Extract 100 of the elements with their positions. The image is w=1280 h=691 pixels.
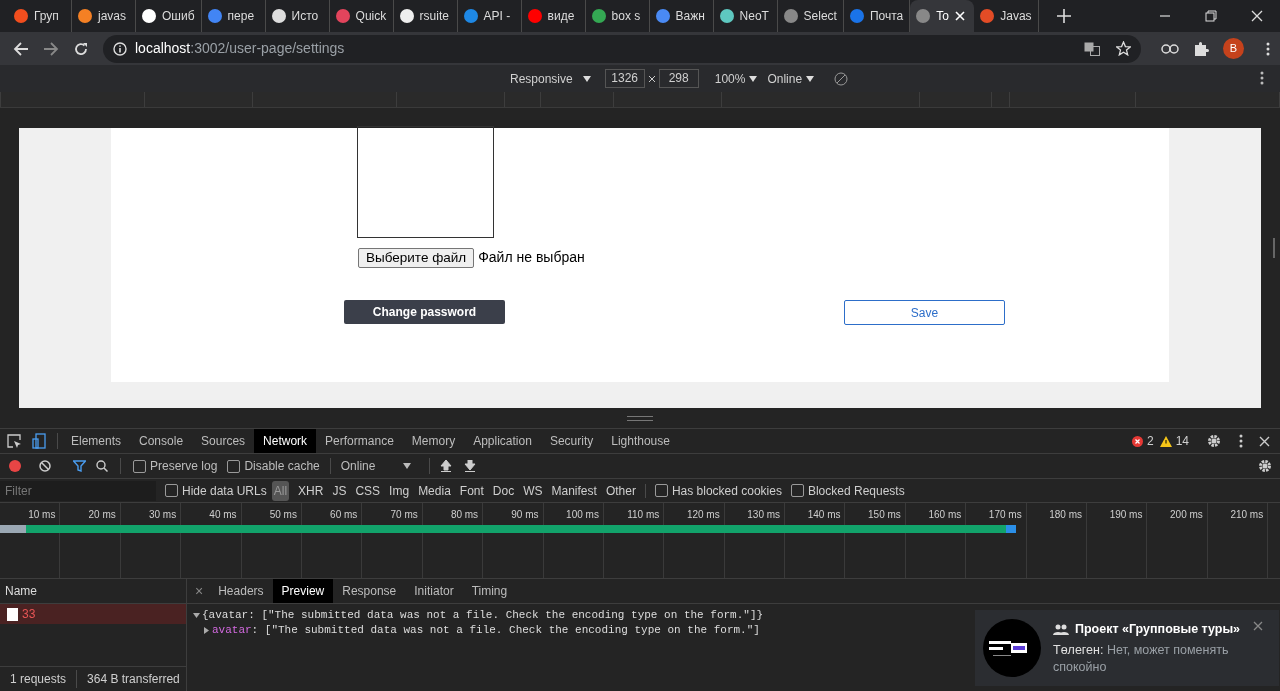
notification-message: Төлеген: Нет, может поменять спокойно [1053,642,1230,677]
devtools-tab[interactable]: Elements [62,429,131,453]
change-password-button[interactable]: Change password [344,300,505,324]
close-button[interactable]: × [195,580,204,602]
clear-icon[interactable] [39,460,51,472]
zoom-dropdown[interactable]: 100% [714,69,746,88]
group-icon [1053,623,1069,635]
devtools-tab[interactable]: Security [540,429,603,453]
timeline-tick: 200 ms [1170,509,1203,520]
timeline-tick: 110 ms [627,509,660,520]
new-tab-icon[interactable] [1056,9,1071,23]
file-choose-button[interactable]: Выберите файл [358,247,475,268]
save-button[interactable]: Save [844,300,1005,325]
timeline-tick: 70 ms [390,509,418,520]
status-text: 364 B transferred [76,670,190,688]
detail-tab[interactable]: Response [333,579,406,603]
expanded-triangle-icon[interactable] [193,612,200,619]
translate-icon[interactable] [1084,41,1100,56]
timeline-tick: 160 ms [928,509,962,520]
json-property-line: avatar: ["The submitted data was not a file. Check the encoding type on the form."] [212,623,760,638]
settings-icon[interactable] [1258,459,1272,473]
device-dropdown[interactable]: Responsive [510,69,573,88]
type-filter[interactable]: JS [332,481,347,500]
checkbox-label: Has blocked cookies [671,482,782,500]
request-row[interactable]: 33 [0,604,186,624]
checkbox[interactable] [165,484,178,497]
detail-tab[interactable]: Timing [462,579,517,603]
reload-icon[interactable] [73,40,89,57]
type-filter[interactable]: Other [605,481,636,500]
collapsed-triangle-icon[interactable] [203,627,210,634]
star-icon[interactable] [1116,41,1131,56]
checkbox[interactable] [790,484,804,497]
file-icon [7,607,18,621]
timeline-tick: 170 ms [988,509,1022,520]
type-filter[interactable]: CSS [355,481,381,500]
devtools-tab[interactable]: Lighthouse [602,429,679,453]
timeline-tick: 40 ms [209,509,237,520]
type-filter[interactable]: Font [459,481,484,500]
inspect-icon[interactable] [7,433,22,449]
settings-icon[interactable] [1207,434,1221,448]
type-filter[interactable]: Media [418,481,451,500]
type-filter[interactable]: Img [389,481,410,500]
width-field[interactable]: 1326 [604,69,645,88]
type-filter[interactable]: XHR [298,481,324,500]
filter-field[interactable]: Filter [0,480,156,501]
warning-icon [1159,435,1172,447]
type-filter[interactable]: Manifest [551,481,597,500]
resize-grip[interactable] [627,415,653,421]
timeline-tick: 20 ms [88,509,116,520]
info-icon[interactable] [113,41,127,56]
detail-tab[interactable]: Preview [272,579,334,603]
caret-icon [402,463,411,469]
timeline-tick: 130 ms [747,509,781,520]
type-filter[interactable]: WS [523,481,543,500]
timeline-tick: 100 ms [566,509,599,520]
address-bar[interactable]: localhost:3002/user-page/settings [103,34,1141,63]
search-icon[interactable] [96,460,108,472]
browser-tab[interactable]: To [910,0,975,32]
close-icon[interactable] [1259,435,1270,447]
devtools-tab[interactable]: Network [254,429,317,453]
more-icon[interactable] [1239,434,1243,448]
timeline-tick: 10 ms [28,509,56,520]
detail-tab[interactable]: Initiator [405,579,463,603]
forward-icon[interactable] [43,40,59,57]
more-icon[interactable] [1266,41,1270,56]
record-icon[interactable] [9,460,21,472]
filter-icon[interactable] [73,460,86,472]
timeline-tick: 60 ms [330,509,358,520]
timeline-tick: 30 ms [148,509,177,520]
timeline-tick: 90 ms [511,509,539,520]
checkbox[interactable] [227,459,241,473]
throttle-dropdown[interactable]: Online [767,69,803,88]
profile-avatar[interactable]: B [1223,38,1244,59]
more-icon[interactable] [1260,71,1264,85]
upload-icon[interactable] [439,460,452,472]
devtools-tab[interactable]: Memory [402,429,465,453]
error-count: 2 [1146,433,1154,450]
devtools-tab[interactable]: Sources [192,429,255,453]
puzzle-icon[interactable] [1193,40,1209,57]
extension-icon[interactable] [1161,42,1179,55]
timeline-tick: 180 ms [1049,509,1083,520]
detail-tab[interactable]: Headers [209,579,273,603]
height-field[interactable]: 298 [658,69,699,88]
status-text: 1 requests [9,671,68,688]
rotate-icon[interactable] [834,71,849,86]
resize-handle[interactable] [1273,238,1275,258]
download-icon[interactable] [463,460,476,472]
device-icon[interactable] [32,433,46,449]
checkbox[interactable] [133,459,146,473]
restore-icon[interactable] [1205,10,1217,22]
devtools-tab[interactable]: Application [464,429,541,453]
devtools-tab[interactable]: Console [130,429,193,453]
throttle-dropdown[interactable]: Online [340,457,376,475]
type-filter[interactable]: Doc [492,481,515,500]
checkbox-label: Disable cache [244,458,320,475]
back-icon[interactable] [13,40,29,57]
devtools-tab[interactable]: Performance [316,429,403,453]
times-icon [648,75,655,82]
checkbox[interactable] [654,484,668,497]
checkbox-label: Blocked Requests [807,482,905,500]
